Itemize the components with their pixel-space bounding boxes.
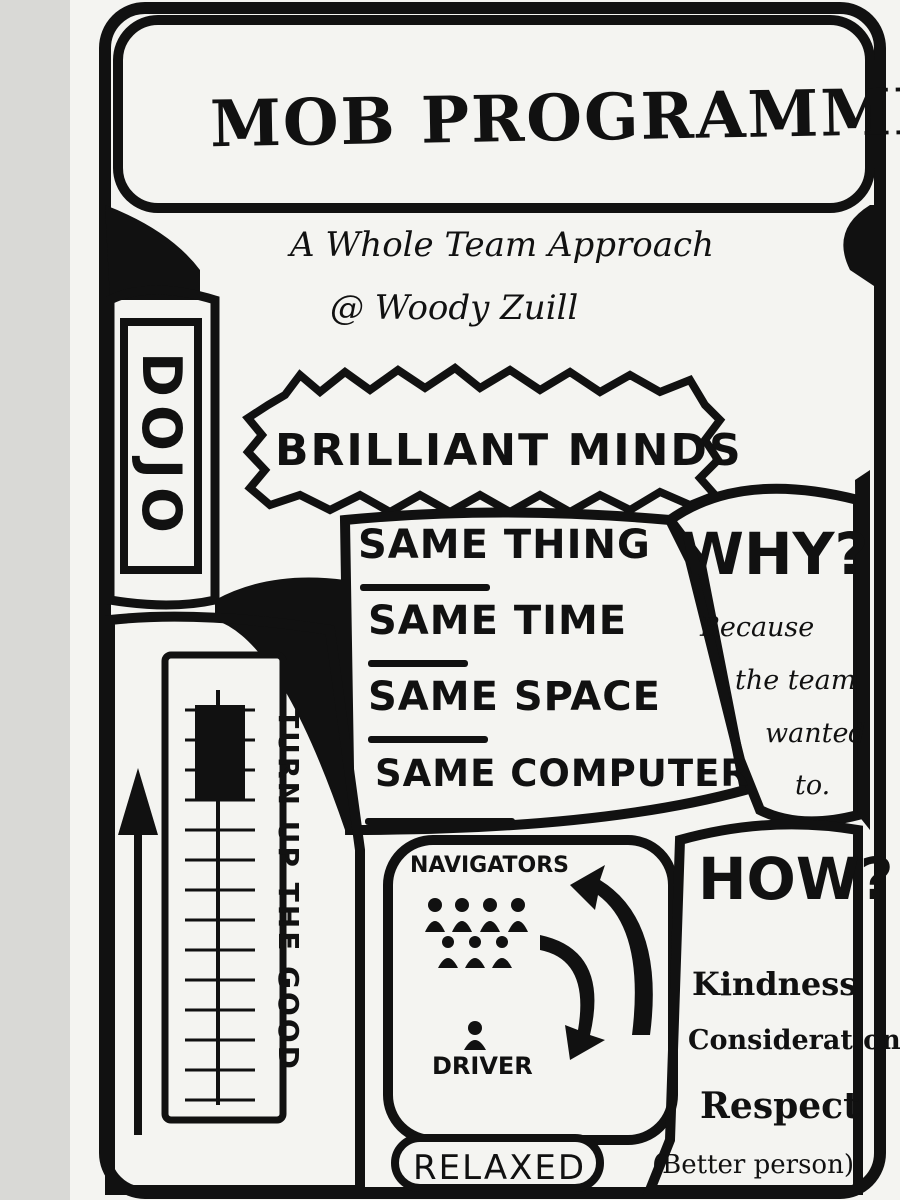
navigator-figures: [425, 898, 528, 968]
turn-up-wrap: TURN UP THE GOOD: [258, 690, 318, 1090]
author-handle: @ Woody Zuill: [330, 288, 579, 328]
dojo-label-front: DOJO: [120, 318, 202, 574]
same-item: SAME SPACE: [368, 674, 661, 720]
page-title: MOB PROGRAMMING: [209, 72, 900, 163]
same-item: SAME TIME: [368, 598, 628, 644]
brilliant-minds: BRILLIANT MINDS: [275, 425, 743, 476]
why-line: wanted: [765, 718, 866, 749]
same-item: SAME COMPUTER: [375, 752, 750, 795]
how-heading: HOW?: [698, 845, 894, 913]
driver-figure: [464, 1021, 486, 1050]
rotate-arrow-down: [540, 935, 605, 1060]
turn-up-label: TURN UP THE GOOD: [271, 708, 305, 1072]
why-line: to.: [795, 770, 831, 801]
how-item: Kindness: [692, 965, 858, 1003]
same-divider: [365, 818, 515, 825]
how-item: Respect: [700, 1085, 860, 1127]
driver-label: DRIVER: [432, 1052, 533, 1080]
up-arrow-head: [118, 768, 158, 835]
same-divider: [368, 660, 468, 667]
fader-knob: [195, 705, 245, 800]
same-item: SAME THING: [358, 522, 651, 568]
ink-fill-right: [843, 205, 880, 290]
why-line: Because: [700, 612, 815, 643]
dojo-label-text: DOJO: [129, 351, 193, 541]
relaxed-label: RELAXED: [413, 1148, 587, 1188]
mob-panel: [383, 835, 678, 1145]
navigators-label: NAVIGATORS: [410, 853, 570, 878]
same-divider: [360, 584, 490, 591]
subtitle: A Whole Team Approach: [290, 225, 714, 265]
same-divider: [368, 736, 488, 743]
how-item: Consideration: [688, 1025, 900, 1056]
why-heading: WHY?: [680, 520, 869, 588]
better-person-note: (Better person): [652, 1150, 854, 1180]
why-line: the team: [735, 665, 857, 696]
